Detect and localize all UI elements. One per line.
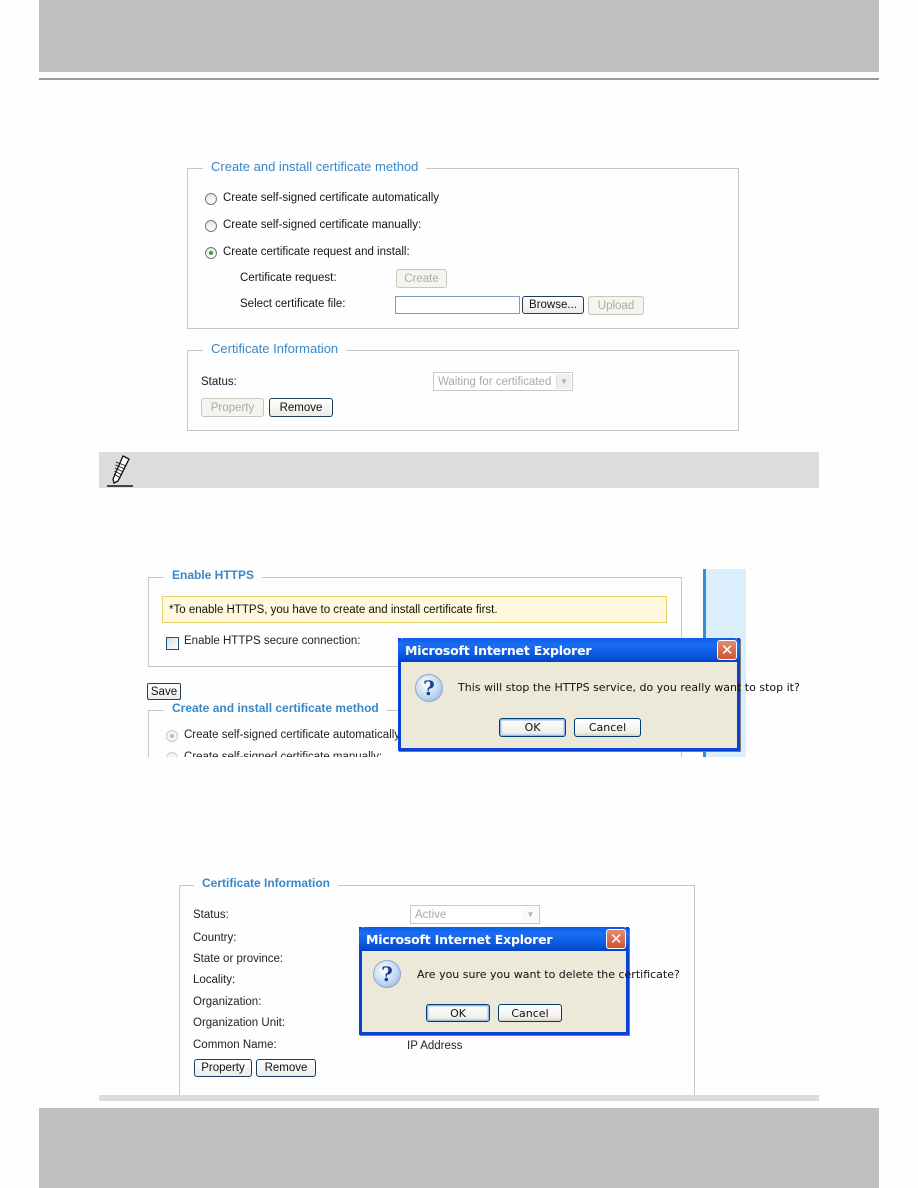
dialog-cancel-button[interactable]: Cancel (498, 1004, 562, 1022)
https-legend: Enable HTTPS (164, 568, 263, 582)
radio-button-selected[interactable] (166, 730, 178, 742)
header-divider (39, 78, 879, 80)
status-select[interactable]: Waiting for certificated ▼ (433, 372, 573, 391)
chevron-down-icon: ▼ (556, 374, 571, 389)
remove-button[interactable]: Remove (269, 398, 333, 417)
cert-request-label: Certificate request: (240, 272, 337, 284)
remove-button[interactable]: Remove (256, 1059, 316, 1077)
field-label-organization: Organization: (193, 996, 262, 1008)
dialog-title-bar: Microsoft Internet Explorer ✕ (359, 927, 629, 951)
cert-info-legend-3: Certificate Information (194, 876, 339, 890)
dialog-cancel-button[interactable]: Cancel (574, 718, 641, 737)
field-label-state: State or province: (193, 953, 284, 965)
page-footer-band (39, 1108, 879, 1188)
radio-button-selected[interactable] (205, 247, 217, 259)
status-label: Status: (201, 376, 237, 388)
enable-https-label: Enable HTTPS secure connection: (184, 635, 361, 647)
page-header-band (39, 0, 879, 72)
field-value-common-name: IP Address (407, 1040, 463, 1052)
question-icon: ? (373, 960, 401, 988)
browse-button[interactable]: Browse... (522, 296, 584, 314)
question-icon: ? (415, 674, 443, 702)
delete-cert-dialog: Microsoft Internet Explorer ✕ ? Are you … (359, 927, 680, 1035)
screenshot-crop-edge (140, 757, 760, 777)
pencil-icon (107, 455, 133, 487)
status-value: Waiting for certificated (438, 375, 552, 388)
chevron-down-icon: ▼ (523, 907, 538, 922)
enable-https-checkbox[interactable] (166, 637, 179, 650)
note-bar (99, 452, 819, 488)
field-label-country: Country: (193, 932, 237, 944)
field-label-locality: Locality: (193, 974, 236, 986)
status-value: Active (415, 908, 447, 921)
radio-option-auto-2[interactable]: Create self-signed certificate automatic… (166, 729, 406, 745)
cert-info-legend: Certificate Information (203, 341, 347, 356)
dialog-message: This will stop the HTTPS service, do you… (458, 681, 800, 694)
enable-https-option[interactable]: Enable HTTPS secure connection: (166, 635, 366, 651)
stop-https-dialog: Microsoft Internet Explorer ✕ ? This wil… (398, 638, 800, 751)
https-hint: *To enable HTTPS, you have to create and… (162, 596, 667, 623)
dialog-title: Microsoft Internet Explorer (405, 642, 592, 658)
status-select[interactable]: Active ▼ (410, 905, 540, 924)
radio-option-auto[interactable]: Create self-signed certificate automatic… (205, 192, 465, 208)
footer-divider (99, 1095, 819, 1101)
upload-button[interactable]: Upload (588, 296, 644, 315)
field-label-common-name: Common Name: (193, 1039, 277, 1051)
select-file-label: Select certificate file: (240, 298, 346, 310)
status-label: Status: (193, 909, 229, 921)
radio-label: Create certificate request and install: (223, 246, 410, 258)
radio-button[interactable] (205, 193, 217, 205)
save-button[interactable]: Save (147, 683, 181, 700)
close-icon[interactable]: ✕ (717, 640, 737, 660)
dialog-ok-button[interactable]: OK (426, 1004, 490, 1022)
create-button[interactable]: Create (396, 269, 447, 288)
radio-button[interactable] (205, 220, 217, 232)
radio-label: Create self-signed certificate automatic… (223, 192, 440, 204)
radio-option-manual[interactable]: Create self-signed certificate manually: (205, 219, 465, 235)
radio-label: Create self-signed certificate manually: (223, 219, 422, 231)
certificate-file-input[interactable] (395, 296, 520, 314)
dialog-message: Are you sure you want to delete the cert… (417, 968, 680, 981)
dialog-ok-button[interactable]: OK (499, 718, 566, 737)
method-legend: Create and install certificate method (203, 159, 427, 174)
field-label-org-unit: Organization Unit: (193, 1017, 286, 1029)
close-icon[interactable]: ✕ (606, 929, 626, 949)
method-legend-2: Create and install certificate method (164, 701, 387, 715)
dialog-title: Microsoft Internet Explorer (366, 931, 553, 947)
property-button[interactable]: Property (201, 398, 264, 417)
radio-option-request[interactable]: Create certificate request and install: (205, 246, 465, 262)
radio-label: Create self-signed certificate automatic… (184, 729, 401, 741)
dialog-title-bar: Microsoft Internet Explorer ✕ (398, 638, 740, 662)
property-button[interactable]: Property (194, 1059, 252, 1077)
